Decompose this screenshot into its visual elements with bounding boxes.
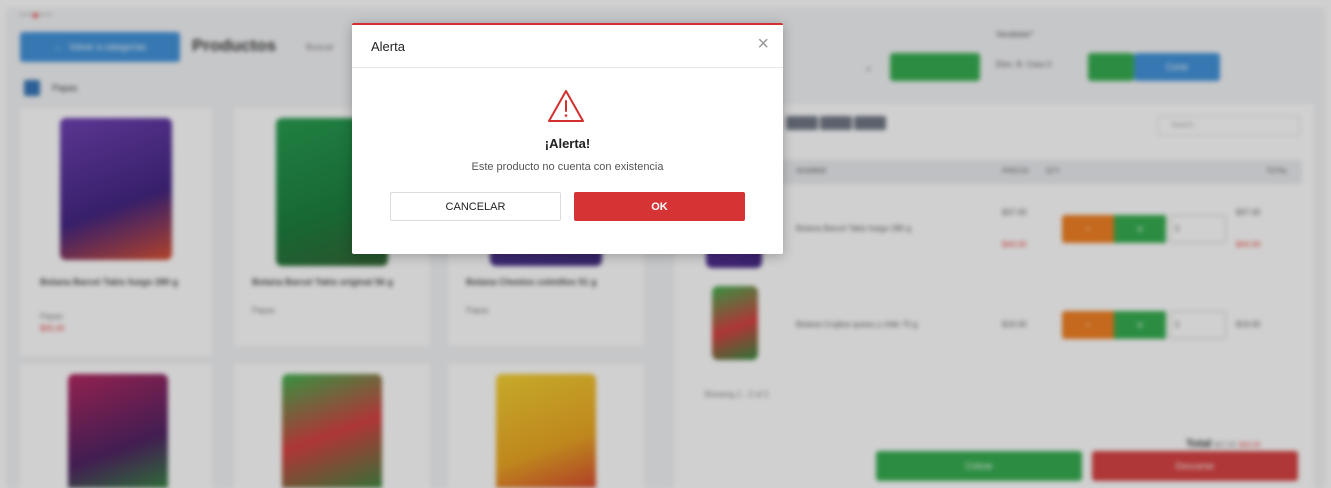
alert-modal: Alerta × ¡Alerta! Este producto no cuent… (352, 23, 783, 254)
alert-heading: ¡Alerta! (544, 136, 591, 151)
modal-header: Alerta × (352, 25, 783, 68)
modal-body: ¡Alerta! Este producto no cuenta con exi… (352, 68, 783, 254)
close-icon[interactable]: × (757, 34, 769, 54)
ok-button[interactable]: OK (574, 192, 745, 221)
cancel-button[interactable]: CANCELAR (390, 192, 561, 221)
warning-triangle-icon (548, 90, 584, 122)
alert-message: Este producto no cuenta con existencia (471, 161, 664, 173)
modal-title: Alerta (371, 39, 405, 54)
